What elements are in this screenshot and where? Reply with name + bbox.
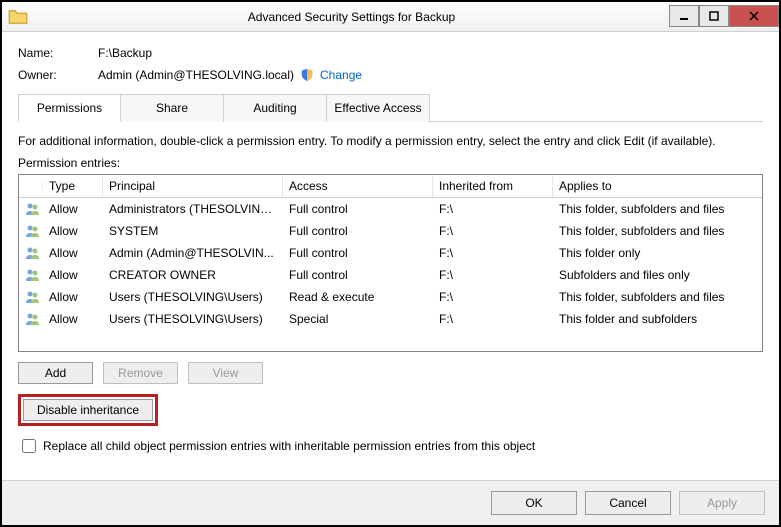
cell-principal: SYSTEM: [103, 221, 283, 241]
col-type[interactable]: Type: [43, 175, 103, 197]
close-button[interactable]: [729, 5, 779, 27]
disable-inheritance-button[interactable]: Disable inheritance: [23, 399, 153, 421]
cell-applies: This folder, subfolders and files: [553, 199, 762, 219]
grid-header: Type Principal Access Inherited from App…: [19, 175, 762, 198]
tab-share[interactable]: Share: [121, 94, 224, 122]
cell-access: Special: [283, 309, 433, 329]
replace-child-checkbox[interactable]: [22, 439, 36, 453]
col-principal[interactable]: Principal: [103, 175, 283, 197]
cell-access: Full control: [283, 265, 433, 285]
cell-principal: Admin (Admin@THESOLVIN...: [103, 243, 283, 263]
cell-access: Full control: [283, 221, 433, 241]
owner-label: Owner:: [18, 68, 98, 82]
maximize-button[interactable]: [699, 5, 729, 27]
dialog-footer: OK Cancel Apply: [2, 480, 779, 525]
cell-inherited: F:\: [433, 287, 553, 307]
remove-button: Remove: [103, 362, 178, 384]
cell-type: Allow: [43, 243, 103, 263]
folder-icon: [8, 7, 28, 27]
cell-inherited: F:\: [433, 199, 553, 219]
name-value: F:\Backup: [98, 46, 152, 60]
title-bar: Advanced Security Settings for Backup: [2, 2, 779, 32]
users-icon: [19, 198, 43, 220]
table-row[interactable]: AllowUsers (THESOLVING\Users)SpecialF:\T…: [19, 308, 762, 330]
apply-button: Apply: [679, 491, 765, 515]
tabs: Permissions Share Auditing Effective Acc…: [18, 94, 763, 122]
cell-access: Read & execute: [283, 287, 433, 307]
change-owner-link[interactable]: Change: [320, 68, 362, 82]
col-applies[interactable]: Applies to: [553, 175, 762, 197]
cell-inherited: F:\: [433, 265, 553, 285]
replace-child-label: Replace all child object permission entr…: [43, 439, 535, 453]
permission-grid: Type Principal Access Inherited from App…: [18, 174, 763, 352]
col-inherited[interactable]: Inherited from: [433, 175, 553, 197]
tab-effective-access[interactable]: Effective Access: [327, 94, 430, 122]
cancel-button[interactable]: Cancel: [585, 491, 671, 515]
cell-inherited: F:\: [433, 309, 553, 329]
cell-access: Full control: [283, 243, 433, 263]
cell-inherited: F:\: [433, 243, 553, 263]
table-row[interactable]: AllowUsers (THESOLVING\Users)Read & exec…: [19, 286, 762, 308]
entries-label: Permission entries:: [18, 156, 763, 170]
cell-applies: This folder and subfolders: [553, 309, 762, 329]
ok-button[interactable]: OK: [491, 491, 577, 515]
users-icon: [19, 264, 43, 286]
table-row[interactable]: AllowSYSTEMFull controlF:\This folder, s…: [19, 220, 762, 242]
view-button: View: [188, 362, 263, 384]
owner-value: Admin (Admin@THESOLVING.local): [98, 68, 294, 82]
cell-access: Full control: [283, 199, 433, 219]
disable-inheritance-highlight: Disable inheritance: [18, 394, 158, 426]
users-icon: [19, 286, 43, 308]
table-row[interactable]: AllowAdmin (Admin@THESOLVIN...Full contr…: [19, 242, 762, 264]
add-button[interactable]: Add: [18, 362, 93, 384]
info-text: For additional information, double-click…: [18, 134, 763, 148]
cell-inherited: F:\: [433, 221, 553, 241]
col-access[interactable]: Access: [283, 175, 433, 197]
users-icon: [19, 220, 43, 242]
table-row[interactable]: AllowCREATOR OWNERFull controlF:\Subfold…: [19, 264, 762, 286]
cell-applies: Subfolders and files only: [553, 265, 762, 285]
users-icon: [19, 308, 43, 330]
tab-auditing[interactable]: Auditing: [224, 94, 327, 122]
users-icon: [19, 242, 43, 264]
cell-applies: This folder only: [553, 243, 762, 263]
shield-icon: [300, 68, 314, 82]
cell-type: Allow: [43, 221, 103, 241]
window-title: Advanced Security Settings for Backup: [34, 10, 669, 24]
cell-applies: This folder, subfolders and files: [553, 287, 762, 307]
cell-principal: Users (THESOLVING\Users): [103, 287, 283, 307]
cell-principal: Administrators (THESOLVING...: [103, 199, 283, 219]
cell-principal: Users (THESOLVING\Users): [103, 309, 283, 329]
table-row[interactable]: AllowAdministrators (THESOLVING...Full c…: [19, 198, 762, 220]
cell-type: Allow: [43, 265, 103, 285]
cell-type: Allow: [43, 309, 103, 329]
tab-permissions[interactable]: Permissions: [18, 94, 121, 122]
cell-applies: This folder, subfolders and files: [553, 221, 762, 241]
cell-principal: CREATOR OWNER: [103, 265, 283, 285]
minimize-button[interactable]: [669, 5, 699, 27]
name-label: Name:: [18, 46, 98, 60]
cell-type: Allow: [43, 287, 103, 307]
cell-type: Allow: [43, 199, 103, 219]
